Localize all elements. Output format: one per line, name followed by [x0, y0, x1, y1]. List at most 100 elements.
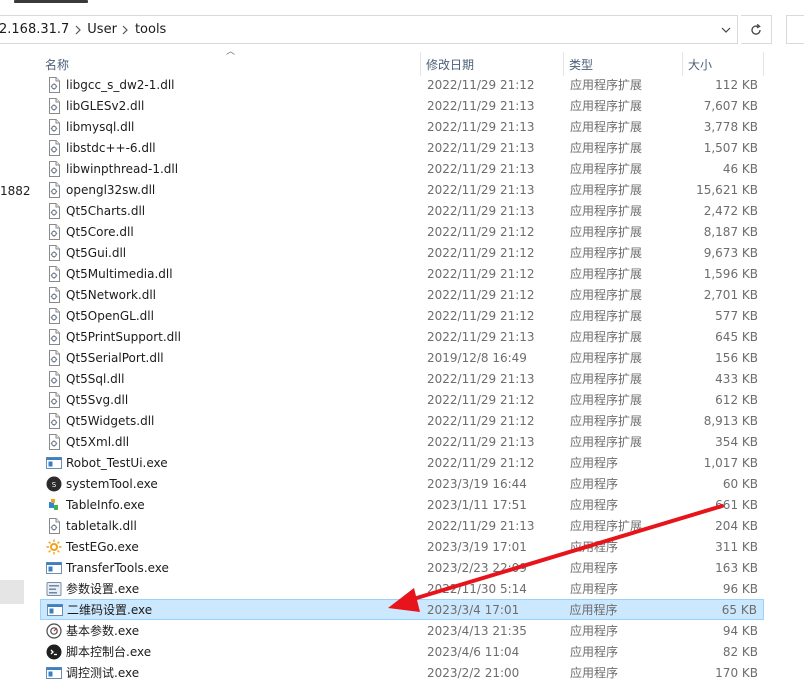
file-name-cell[interactable]: Robot_TestUi.exe [40, 452, 421, 473]
file-name: 参数设置.exe [66, 582, 140, 596]
file-type: 应用程序 [570, 498, 619, 512]
dll-icon [46, 328, 62, 345]
file-name-cell[interactable]: TransferTools.exe [40, 557, 421, 578]
file-row[interactable]: Qt5Svg.dll 2022/11/29 21:12 应用程序扩展 612 KB [40, 389, 764, 410]
nav-item-label[interactable]: 1882 [0, 184, 31, 198]
file-name-cell[interactable]: Qt5Svg.dll [40, 389, 421, 410]
dll-icon [46, 307, 62, 324]
file-name-cell[interactable]: libwinpthread-1.dll [40, 158, 421, 179]
file-name: Qt5SerialPort.dll [66, 350, 164, 365]
file-name-cell[interactable]: libmysql.dll [40, 116, 421, 137]
window-title-bar [0, 0, 804, 8]
file-date-modified: 2023/2/2 21:00 [427, 665, 520, 680]
file-row[interactable]: Qt5Multimedia.dll 2022/11/29 21:12 应用程序扩展 1… [40, 263, 764, 284]
file-name-cell[interactable]: 基本参数.exe [40, 620, 421, 641]
file-date-modified: 2022/11/29 21:13 [427, 140, 535, 155]
file-size: 2,472 KB [703, 203, 758, 218]
file-name-cell[interactable]: TableInfo.exe [40, 494, 421, 515]
file-row[interactable]: Qt5Widgets.dll 2022/11/29 21:12 应用程序扩展 8,91… [40, 410, 764, 431]
file-size: 577 KB [715, 308, 758, 323]
file-name-cell[interactable]: Qt5SerialPort.dll [40, 347, 421, 368]
column-type-label: 类型 [569, 57, 594, 72]
file-row[interactable]: libmysql.dll 2022/11/29 21:13 应用程序扩展 3,778 … [40, 116, 764, 137]
file-name: 二维码设置.exe [67, 603, 153, 617]
file-name-cell[interactable]: tabletalk.dll [40, 515, 421, 536]
column-header-type[interactable]: 类型 [564, 52, 683, 76]
file-name-cell[interactable]: 参数设置.exe [40, 578, 421, 599]
file-row[interactable]: 调控测试.exe 2023/2/2 21:00 应用程序 170 KB [40, 662, 764, 683]
file-size: 94 KB [722, 623, 758, 638]
breadcrumb-chevron-icon[interactable] [117, 25, 135, 35]
file-name-cell[interactable]: Qt5Network.dll [40, 284, 421, 305]
file-row[interactable]: 二维码设置.exe 2023/3/4 17:01 应用程序 65 KB [40, 599, 764, 620]
column-header-date[interactable]: 修改日期 [421, 52, 564, 76]
breadcrumb-tools[interactable]: tools [135, 22, 166, 37]
file-row[interactable]: Qt5Core.dll 2022/11/29 21:12 应用程序扩展 8,187 K… [40, 221, 764, 242]
file-row[interactable]: Qt5Gui.dll 2022/11/29 21:12 应用程序扩展 9,673 KB [40, 242, 764, 263]
file-row[interactable]: Qt5Xml.dll 2022/11/29 21:13 应用程序扩展 354 KB [40, 431, 764, 452]
file-name-cell[interactable]: Qt5Xml.dll [40, 431, 421, 452]
file-row[interactable]: libgcc_s_dw2-1.dll 2022/11/29 21:12 应用程序扩展… [40, 74, 764, 95]
file-row[interactable]: libGLESv2.dll 2022/11/29 21:13 应用程序扩展 7,607… [40, 95, 764, 116]
file-name-cell[interactable]: Qt5Multimedia.dll [40, 263, 421, 284]
address-bar[interactable]: 2.168.31.7 User tools [0, 15, 738, 44]
file-size: 112 KB [715, 77, 758, 92]
file-row[interactable]: 参数设置.exe 2022/11/30 5:14 应用程序 96 KB [40, 578, 764, 599]
file-size: 8,187 KB [703, 224, 758, 239]
file-row[interactable]: Qt5PrintSupport.dll 2022/11/29 21:13 应用程序扩… [40, 326, 764, 347]
file-row[interactable]: SsystemTool.exe 2023/3/19 16:44 应用程序 60 KB [40, 473, 764, 494]
file-name-cell[interactable]: 二维码设置.exe [41, 599, 421, 620]
file-name: tabletalk.dll [66, 518, 137, 533]
file-row[interactable]: TestEGo.exe 2023/3/19 17:01 应用程序 311 KB [40, 536, 764, 557]
breadcrumb-user[interactable]: User [87, 22, 117, 37]
file-name-cell[interactable]: Qt5OpenGL.dll [40, 305, 421, 326]
file-date-modified: 2023/3/4 17:01 [426, 602, 520, 617]
file-name-cell[interactable]: Qt5Sql.dll [40, 368, 421, 389]
file-name-cell[interactable]: libgcc_s_dw2-1.dll [40, 74, 421, 95]
file-row[interactable]: 基本参数.exe 2023/4/13 21:35 应用程序 94 KB [40, 620, 764, 641]
file-row[interactable]: Qt5SerialPort.dll 2019/12/8 16:49 应用程序扩展 15… [40, 347, 764, 368]
file-type: 应用程序 [570, 477, 619, 491]
file-row[interactable]: opengl32sw.dll 2022/11/29 21:13 应用程序扩展 15,6… [40, 179, 764, 200]
file-row[interactable]: TransferTools.exe 2023/2/23 22:09 应用程序 163 … [40, 557, 764, 578]
file-name-cell[interactable]: opengl32sw.dll [40, 179, 421, 200]
file-name-cell[interactable]: Qt5Gui.dll [40, 242, 421, 263]
file-name-cell[interactable]: TestEGo.exe [40, 536, 421, 557]
column-name-label: 名称 [45, 57, 70, 72]
file-name-cell[interactable]: 调控测试.exe [40, 662, 421, 683]
file-name-cell[interactable]: libGLESv2.dll [40, 95, 421, 116]
file-row[interactable]: 脚本控制台.exe 2023/4/6 11:04 应用程序 82 KB [40, 641, 764, 662]
file-row[interactable]: Qt5Network.dll 2022/11/29 21:12 应用程序扩展 2,70… [40, 284, 764, 305]
address-history-dropdown[interactable] [713, 15, 738, 44]
file-name-cell[interactable]: SsystemTool.exe [40, 473, 421, 494]
file-type: 应用程序扩展 [570, 372, 643, 386]
file-row[interactable]: libstdc++-6.dll 2022/11/29 21:13 应用程序扩展 1,5… [40, 137, 764, 158]
file-name-cell[interactable]: libstdc++-6.dll [40, 137, 421, 158]
nav-item-selected[interactable] [0, 580, 24, 604]
file-date-modified: 2022/11/29 21:13 [427, 518, 535, 533]
file-row[interactable]: tabletalk.dll 2022/11/29 21:13 应用程序扩展 204 K… [40, 515, 764, 536]
file-name: libmysql.dll [66, 119, 135, 134]
file-row[interactable]: Qt5Charts.dll 2022/11/29 21:13 应用程序扩展 2,472… [40, 200, 764, 221]
column-header-name[interactable]: 名称 ︿ [40, 47, 421, 76]
file-name-cell[interactable]: Qt5PrintSupport.dll [40, 326, 421, 347]
file-type: 应用程序扩展 [570, 288, 643, 302]
file-size: 354 KB [715, 434, 758, 449]
breadcrumb-host[interactable]: 2.168.31.7 [0, 22, 69, 37]
file-row[interactable]: TableInfo.exe 2023/1/11 17:51 应用程序 661 KB [40, 494, 764, 515]
breadcrumb-chevron-icon[interactable] [69, 25, 87, 35]
file-name-cell[interactable]: Qt5Charts.dll [40, 200, 421, 221]
file-name-cell[interactable]: 脚本控制台.exe [40, 641, 421, 662]
file-row[interactable]: Qt5Sql.dll 2022/11/29 21:13 应用程序扩展 433 KB [40, 368, 764, 389]
refresh-button[interactable] [741, 15, 772, 44]
file-row[interactable]: Qt5OpenGL.dll 2022/11/29 21:12 应用程序扩展 577 K… [40, 305, 764, 326]
file-date-modified: 2022/11/29 21:13 [427, 203, 535, 218]
search-input[interactable] [786, 15, 804, 44]
file-name-cell[interactable]: Qt5Core.dll [40, 221, 421, 242]
file-row[interactable]: Robot_TestUi.exe 2022/11/29 21:12 应用程序 1,01… [40, 452, 764, 473]
column-header-size[interactable]: 大小 [683, 52, 764, 76]
column-date-label: 修改日期 [426, 57, 475, 72]
file-row[interactable]: libwinpthread-1.dll 2022/11/29 21:13 应用程序扩… [40, 158, 764, 179]
file-date-modified: 2022/11/29 21:13 [427, 161, 535, 176]
file-name-cell[interactable]: Qt5Widgets.dll [40, 410, 421, 431]
